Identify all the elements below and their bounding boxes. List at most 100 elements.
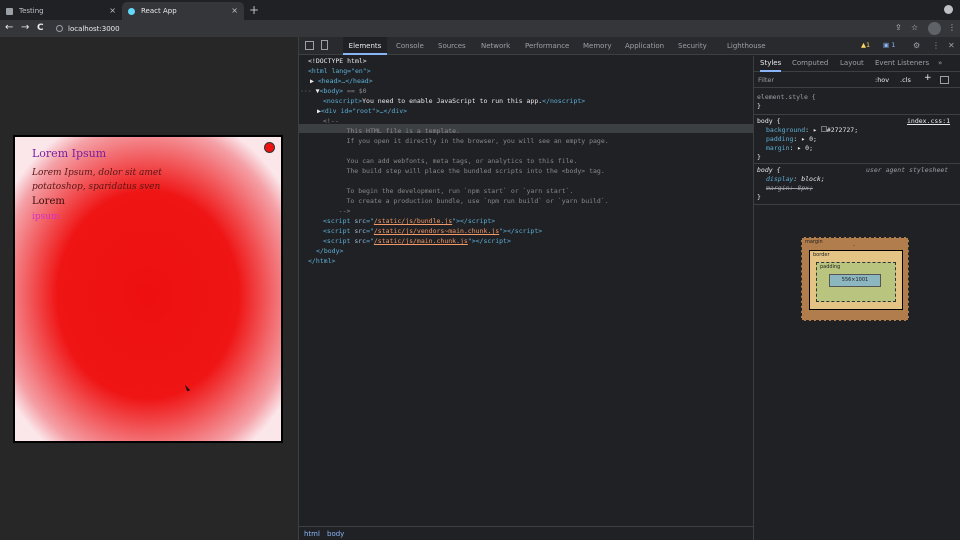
cls-toggle[interactable]: .cls xyxy=(900,76,911,84)
body-node[interactable]: ··· ▼<body> == $0 xyxy=(300,86,367,96)
breadcrumb-body[interactable]: body xyxy=(327,530,344,538)
tab-react-app[interactable]: React App × xyxy=(122,2,244,20)
close-icon[interactable]: × xyxy=(109,6,116,15)
body-close-node[interactable]: </body> xyxy=(316,246,343,256)
address-bar[interactable]: localhost:3000 xyxy=(52,22,892,35)
toggle-sidebar-icon[interactable] xyxy=(940,76,949,84)
script-node[interactable]: <script src="/static/js/main.chunk.js"><… xyxy=(323,236,511,246)
inspect-icon[interactable] xyxy=(305,41,314,50)
filter-input[interactable]: Filter xyxy=(758,76,774,84)
comment-line: This HTML file is a template. xyxy=(323,127,460,135)
menu-icon[interactable]: ⋮ xyxy=(948,23,956,32)
comment-line: If you open it directly in the browser, … xyxy=(323,137,609,145)
info-icon[interactable] xyxy=(56,25,63,32)
css-declaration: display: block; xyxy=(766,175,825,183)
script-src-link[interactable]: /static/js/bundle.js xyxy=(374,217,452,225)
hov-toggle[interactable]: :hov xyxy=(875,76,889,84)
tab-memory[interactable]: Memory xyxy=(583,37,611,55)
card-link[interactable]: ipsum xyxy=(32,212,60,222)
tab-event-listeners[interactable]: Event Listeners xyxy=(875,56,929,72)
devtools-panel: Elements Console Sources Network Perform… xyxy=(298,37,960,540)
box-model-diagram[interactable]: margin - border padding 556×1001 xyxy=(801,237,909,321)
root-div-node[interactable]: ▶<div id="root">…</div> xyxy=(317,106,407,116)
forward-button[interactable]: → xyxy=(21,22,29,33)
box-model-border[interactable]: border padding 556×1001 xyxy=(809,250,903,310)
add-rule-icon[interactable]: + xyxy=(924,73,932,83)
tab-console[interactable]: Console xyxy=(396,37,424,55)
more-options-icon[interactable]: ⋮ xyxy=(932,41,940,50)
comment-line: To begin the development, run `npm start… xyxy=(323,187,574,195)
card-label: Lorem xyxy=(32,196,65,207)
body-tag: <body> xyxy=(319,87,344,95)
close-devtools-icon[interactable]: ✕ xyxy=(948,41,955,50)
prop-value: block xyxy=(801,175,821,183)
script-src-link[interactable]: /static/js/vendors~main.chunk.js xyxy=(374,227,499,235)
red-dot-button[interactable] xyxy=(264,142,275,153)
profile-avatar[interactable] xyxy=(928,22,941,35)
device-toolbar-icon[interactable] xyxy=(321,40,328,50)
tab-performance[interactable]: Performance xyxy=(525,37,569,55)
back-button[interactable]: ← xyxy=(5,22,13,33)
head-node[interactable]: ▶ <head>…</head> xyxy=(310,76,373,86)
comment-line: --> xyxy=(323,207,351,215)
prop-name: padding xyxy=(766,135,794,143)
rule-selector[interactable]: body { xyxy=(757,117,780,126)
box-model-padding[interactable]: padding 556×1001 xyxy=(816,262,896,302)
tab-computed[interactable]: Computed xyxy=(792,56,828,72)
css-declaration[interactable]: padding: ▸ 0; xyxy=(766,135,817,144)
box-model-content[interactable]: 556×1001 xyxy=(829,274,881,287)
css-declaration[interactable]: margin: ▸ 0; xyxy=(766,144,813,153)
doctype-node[interactable]: <!DOCTYPE html> xyxy=(308,56,367,66)
comment-line: To create a production bundle, use `npm … xyxy=(323,197,609,205)
comment-line: The build step will place the bundled sc… xyxy=(323,167,605,175)
html-close-node[interactable]: </html> xyxy=(308,256,335,266)
element-style-selector[interactable]: element.style { xyxy=(757,93,816,102)
divider xyxy=(754,163,960,164)
reload-button[interactable]: C xyxy=(37,23,44,33)
settings-gear-icon[interactable]: ⚙ xyxy=(913,41,920,50)
html-node[interactable]: <html lang="en"> xyxy=(308,66,371,76)
more-tabs-chevron-icon[interactable]: » xyxy=(938,56,942,72)
margin-value: - xyxy=(853,243,855,249)
script-node[interactable]: <script src="/static/js/vendors~main.chu… xyxy=(323,226,542,236)
prop-name: margin xyxy=(766,184,790,192)
elements-tree: <!DOCTYPE html> <html lang="en"> ▶ <head… xyxy=(299,56,753,528)
breadcrumb-html[interactable]: html xyxy=(304,530,320,538)
bookmark-star-icon[interactable]: ☆ xyxy=(911,23,918,32)
tab-security[interactable]: Security xyxy=(678,37,707,55)
page-icon xyxy=(6,7,13,15)
record-icon[interactable] xyxy=(944,5,953,14)
rule-source-link[interactable]: index.css:1 xyxy=(907,117,950,126)
tab-styles[interactable]: Styles xyxy=(760,56,782,72)
tab-strip: Testing × React App × + xyxy=(0,0,960,20)
breadcrumb: html body xyxy=(299,526,753,540)
devtools-tabbar: Elements Console Sources Network Perform… xyxy=(299,37,960,55)
tab-network[interactable]: Network xyxy=(481,37,510,55)
noscript-open-tag: <noscript> xyxy=(323,97,363,105)
rule-selector[interactable]: body { xyxy=(757,166,780,175)
expand-triangle-icon[interactable]: ▶ xyxy=(310,77,318,85)
tab-sources[interactable]: Sources xyxy=(438,37,466,55)
selected-marker: == $0 xyxy=(346,87,367,95)
new-tab-button[interactable]: + xyxy=(249,3,259,17)
tab-application[interactable]: Application xyxy=(625,37,664,55)
tab-elements[interactable]: Elements xyxy=(343,37,387,55)
issues-badge[interactable]: ▣ 1 xyxy=(883,41,895,49)
script-node[interactable]: <script src="/static/js/bundle.js"></scr… xyxy=(323,216,495,226)
share-icon[interactable]: ⇪ xyxy=(895,23,902,32)
rule-close: } xyxy=(757,193,761,201)
divider xyxy=(754,114,960,115)
noscript-node[interactable]: <noscript>You need to enable JavaScript … xyxy=(323,96,585,106)
tab-lighthouse[interactable]: Lighthouse xyxy=(727,37,766,55)
padding-label: padding xyxy=(820,264,841,270)
close-icon[interactable]: × xyxy=(231,6,238,15)
script-src-link[interactable]: /static/js/main.chunk.js xyxy=(374,237,468,245)
warning-badge[interactable]: ▲1 xyxy=(861,41,870,49)
styles-filter-bar: Filter :hov .cls + xyxy=(754,72,960,88)
tab-layout[interactable]: Layout xyxy=(840,56,864,72)
div-root-tag: <div id="root">…</div> xyxy=(320,107,408,115)
prop-value: #272727 xyxy=(826,126,855,134)
css-declaration[interactable]: background: ▸ #272727; xyxy=(766,126,858,135)
styles-tabbar: Styles Computed Layout Event Listeners » xyxy=(754,56,960,72)
tab-testing[interactable]: Testing × xyxy=(0,2,122,20)
